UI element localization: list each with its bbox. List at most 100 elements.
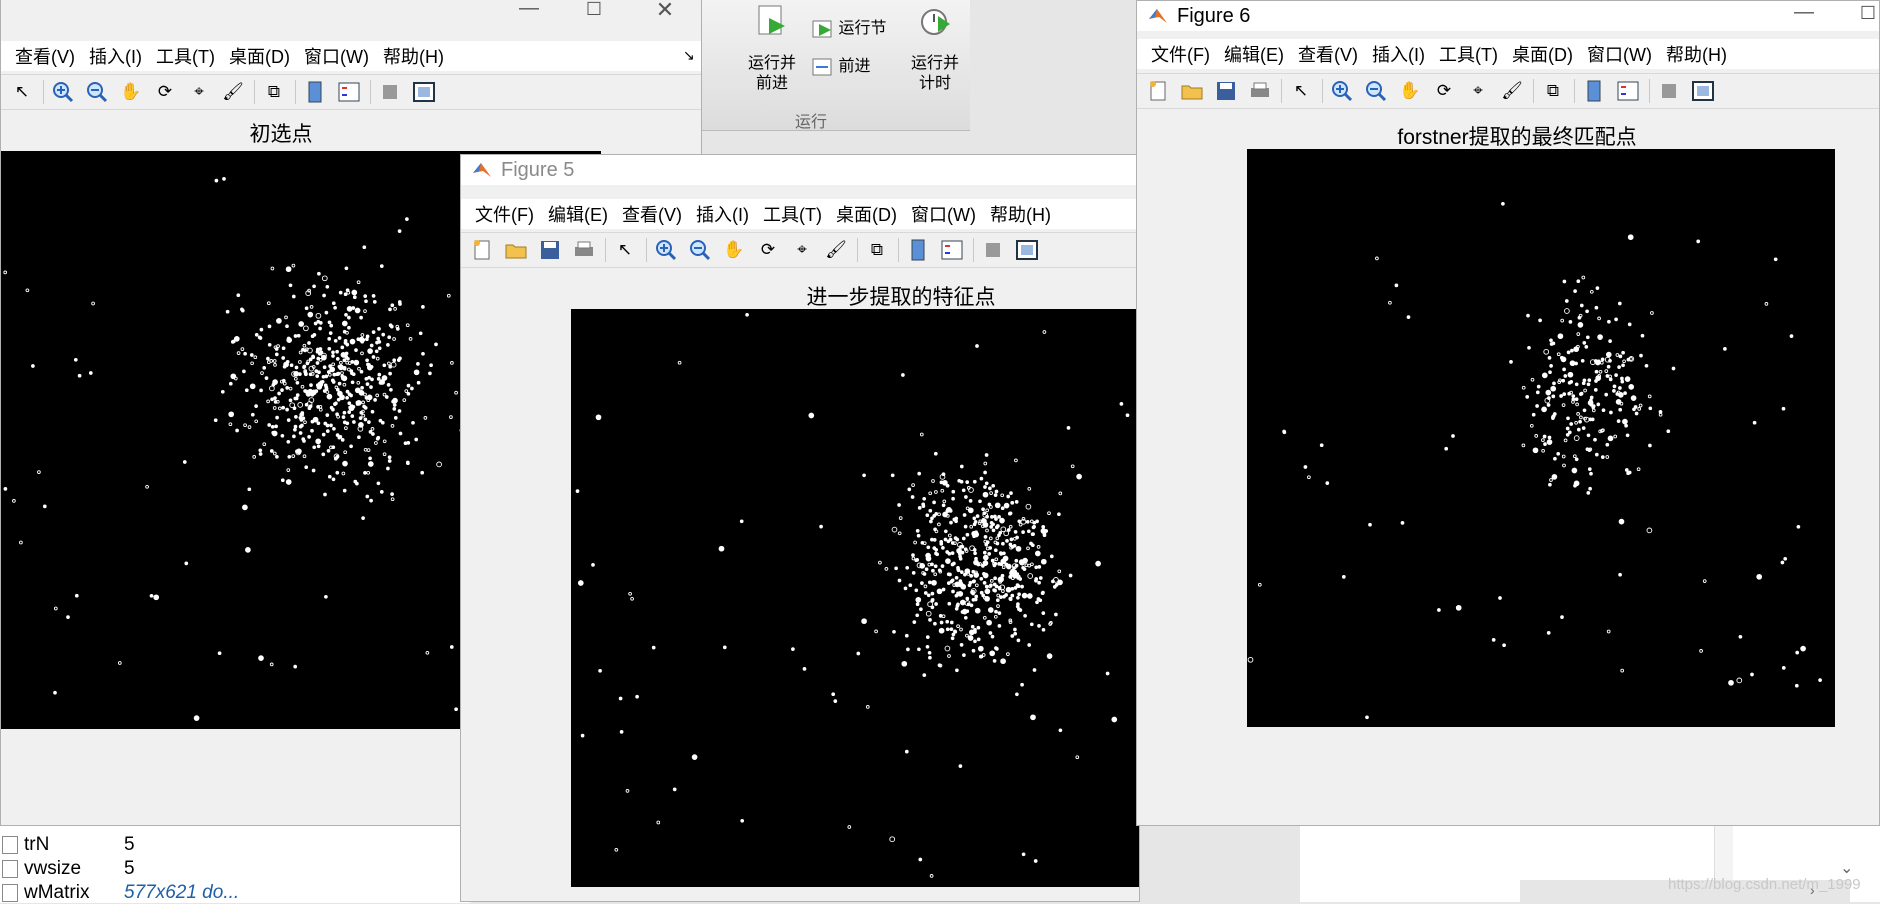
feature-point	[1586, 491, 1591, 495]
rotate-3d-icon[interactable]: ⟳	[1431, 78, 1457, 104]
plot-area[interactable]	[571, 309, 1139, 887]
link-plot-icon[interactable]: ⧉	[864, 237, 890, 263]
feature-point	[321, 354, 327, 361]
colorbar-icon[interactable]	[905, 237, 931, 263]
feature-point	[965, 596, 970, 601]
workspace-row[interactable]: trN 5	[0, 834, 135, 856]
data-cursor-icon[interactable]: ⌖	[186, 79, 212, 105]
menu-edit[interactable]: 编辑(E)	[1224, 41, 1284, 67]
close-icon[interactable]: ✕	[650, 0, 680, 23]
zoom-in-icon[interactable]	[1329, 78, 1355, 104]
print-icon[interactable]	[571, 237, 597, 263]
run-section-button[interactable]: 运行节	[812, 18, 912, 40]
zoom-in-icon[interactable]	[50, 79, 76, 105]
menu-help[interactable]: 帮助(H)	[990, 201, 1051, 227]
dock-arrow-icon[interactable]: ↘	[683, 47, 695, 64]
maximize-icon[interactable]: ☐	[1853, 3, 1879, 24]
pan-hand-icon[interactable]: ✋	[1397, 78, 1423, 104]
menu-insert[interactable]: 插入(I)	[89, 43, 142, 69]
workspace-row[interactable]: vwsize 5	[0, 858, 135, 880]
colorbar-icon[interactable]	[1581, 78, 1607, 104]
menu-view[interactable]: 查看(V)	[15, 43, 75, 69]
data-cursor-icon[interactable]: ⌖	[789, 237, 815, 263]
data-cursor-icon[interactable]: ⌖	[1465, 78, 1491, 104]
menu-desktop[interactable]: 桌面(D)	[229, 43, 290, 69]
menu-tools[interactable]: 工具(T)	[156, 43, 215, 69]
feature-point	[1569, 390, 1573, 395]
show-plot-tools-icon[interactable]	[1690, 78, 1716, 104]
toolbar-separator	[646, 238, 647, 262]
show-plot-tools-icon[interactable]	[1014, 237, 1040, 263]
open-folder-icon[interactable]	[1179, 78, 1205, 104]
new-file-icon[interactable]	[469, 237, 495, 263]
menu-insert[interactable]: 插入(I)	[1372, 41, 1425, 67]
feature-point	[977, 645, 984, 652]
feature-point	[1699, 649, 1703, 653]
menu-window[interactable]: 窗口(W)	[911, 201, 976, 227]
menu-tools[interactable]: 工具(T)	[763, 201, 822, 227]
minimize-icon[interactable]: —	[514, 0, 544, 20]
rotate-3d-icon[interactable]: ⟳	[152, 79, 178, 105]
open-folder-icon[interactable]	[503, 237, 529, 263]
brush-icon[interactable]: 🖌	[220, 79, 246, 105]
colorbar-icon[interactable]	[302, 79, 328, 105]
hide-plot-tools-icon[interactable]	[1656, 78, 1682, 104]
pan-hand-icon[interactable]: ✋	[721, 237, 747, 263]
menu-insert[interactable]: 插入(I)	[696, 201, 749, 227]
run-and-time-button[interactable]: 运行并 计时	[900, 4, 970, 94]
zoom-out-icon[interactable]	[687, 237, 713, 263]
advance-button[interactable]: 前进	[812, 56, 912, 78]
hide-plot-tools-icon[interactable]	[377, 79, 403, 105]
menu-edit[interactable]: 编辑(E)	[548, 201, 608, 227]
legend-icon[interactable]	[1615, 78, 1641, 104]
maximize-icon[interactable]: ☐	[579, 0, 609, 20]
link-plot-icon[interactable]: ⧉	[261, 79, 287, 105]
rotate-3d-icon[interactable]: ⟳	[755, 237, 781, 263]
menu-tools[interactable]: 工具(T)	[1439, 41, 1498, 67]
menu-desktop[interactable]: 桌面(D)	[836, 201, 897, 227]
menu-view[interactable]: 查看(V)	[622, 201, 682, 227]
feature-point	[994, 557, 999, 562]
link-plot-icon[interactable]: ⧉	[1540, 78, 1566, 104]
figure-window-5[interactable]: Figure 5 文件(F) 编辑(E) 查看(V) 插入(I) 工具(T) 桌…	[460, 154, 1140, 902]
feature-point	[382, 392, 387, 397]
menu-window[interactable]: 窗口(W)	[1587, 41, 1652, 67]
vertical-scrollbar[interactable]	[1714, 820, 1733, 880]
menu-help[interactable]: 帮助(H)	[383, 43, 444, 69]
minimize-icon[interactable]: —	[1789, 1, 1819, 24]
figure-window-6[interactable]: Figure 6 — ☐ 文件(F) 编辑(E) 查看(V) 插入(I) 工具(…	[1136, 0, 1880, 826]
save-icon[interactable]	[537, 237, 563, 263]
pointer-icon[interactable]: ↖	[1288, 78, 1314, 104]
save-icon[interactable]	[1213, 78, 1239, 104]
zoom-out-icon[interactable]	[84, 79, 110, 105]
menu-help[interactable]: 帮助(H)	[1666, 41, 1727, 67]
legend-icon[interactable]	[336, 79, 362, 105]
brush-icon[interactable]: 🖌	[1499, 78, 1525, 104]
feature-point	[976, 637, 981, 642]
menu-window[interactable]: 窗口(W)	[304, 43, 369, 69]
show-plot-tools-icon[interactable]	[411, 79, 437, 105]
title-bar[interactable]: Figure 6 — ☐	[1137, 1, 1879, 31]
plot-area[interactable]	[1247, 149, 1835, 727]
pointer-icon[interactable]: ↖	[9, 79, 35, 105]
menu-file[interactable]: 文件(F)	[1151, 41, 1210, 67]
zoom-out-icon[interactable]	[1363, 78, 1389, 104]
hide-plot-tools-icon[interactable]	[980, 237, 1006, 263]
menu-desktop[interactable]: 桌面(D)	[1512, 41, 1573, 67]
zoom-in-icon[interactable]	[653, 237, 679, 263]
new-file-icon[interactable]	[1145, 78, 1171, 104]
menu-view[interactable]: 查看(V)	[1298, 41, 1358, 67]
menu-file[interactable]: 文件(F)	[475, 201, 534, 227]
feature-point	[598, 668, 602, 673]
feature-point	[938, 627, 945, 634]
feature-point	[963, 524, 968, 529]
brush-icon[interactable]: 🖌	[823, 237, 849, 263]
scroll-down-arrow-icon[interactable]: ⌄	[1840, 858, 1853, 878]
pan-hand-icon[interactable]: ✋	[118, 79, 144, 105]
run-and-advance-button[interactable]: 运行并 前进	[742, 4, 802, 94]
workspace-row[interactable]: wMatrix 577x621 do...	[0, 882, 239, 904]
print-icon[interactable]	[1247, 78, 1273, 104]
pointer-icon[interactable]: ↖	[612, 237, 638, 263]
legend-icon[interactable]	[939, 237, 965, 263]
title-bar[interactable]: Figure 5	[461, 155, 1139, 185]
